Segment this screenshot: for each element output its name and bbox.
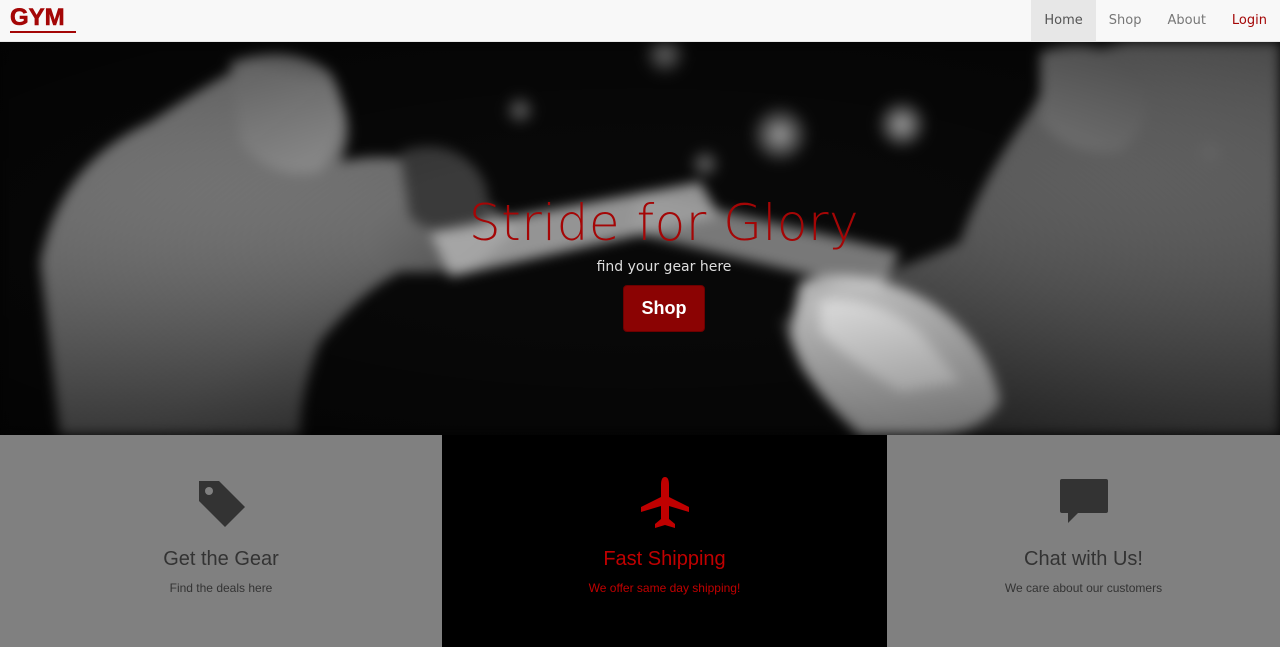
hero-title: Stride for Glory	[468, 194, 860, 252]
airplane-icon	[640, 477, 689, 528]
hero-shop-button[interactable]: Shop	[623, 285, 705, 332]
hero-banner: Stride for Glory find your gear here Sho…	[0, 42, 1280, 435]
top-navbar: GYM Home Shop About Login	[0, 0, 1280, 42]
tag-icon	[199, 481, 245, 527]
feature-card-chat: Chat with Us! We care about our customer…	[887, 435, 1280, 647]
nav-menu: Home Shop About Login	[1031, 0, 1280, 41]
brand-text: GYM	[10, 4, 65, 31]
feature-text: We care about our customers	[1004, 581, 1163, 595]
nav-item-shop[interactable]: Shop	[1096, 0, 1155, 41]
chat-bubble-icon	[1059, 479, 1108, 523]
features-row: Get the Gear Find the deals here Fast Sh…	[0, 435, 1280, 650]
feature-card-gear: Get the Gear Find the deals here	[0, 435, 442, 647]
nav-item-home[interactable]: Home	[1031, 0, 1096, 41]
brand-underline	[10, 31, 76, 33]
feature-title: Fast Shipping	[603, 548, 726, 570]
hero-subtitle: find your gear here	[596, 259, 732, 275]
feature-text: Find the deals here	[169, 581, 273, 595]
feature-text: We offer same day shipping!	[588, 581, 741, 595]
feature-title: Chat with Us!	[1024, 548, 1143, 570]
nav-item-login[interactable]: Login	[1219, 0, 1280, 41]
brand-logo[interactable]: GYM	[10, 4, 76, 34]
feature-card-shipping: Fast Shipping We offer same day shipping…	[442, 435, 887, 647]
nav-item-about[interactable]: About	[1154, 0, 1218, 41]
feature-title: Get the Gear	[163, 548, 279, 570]
